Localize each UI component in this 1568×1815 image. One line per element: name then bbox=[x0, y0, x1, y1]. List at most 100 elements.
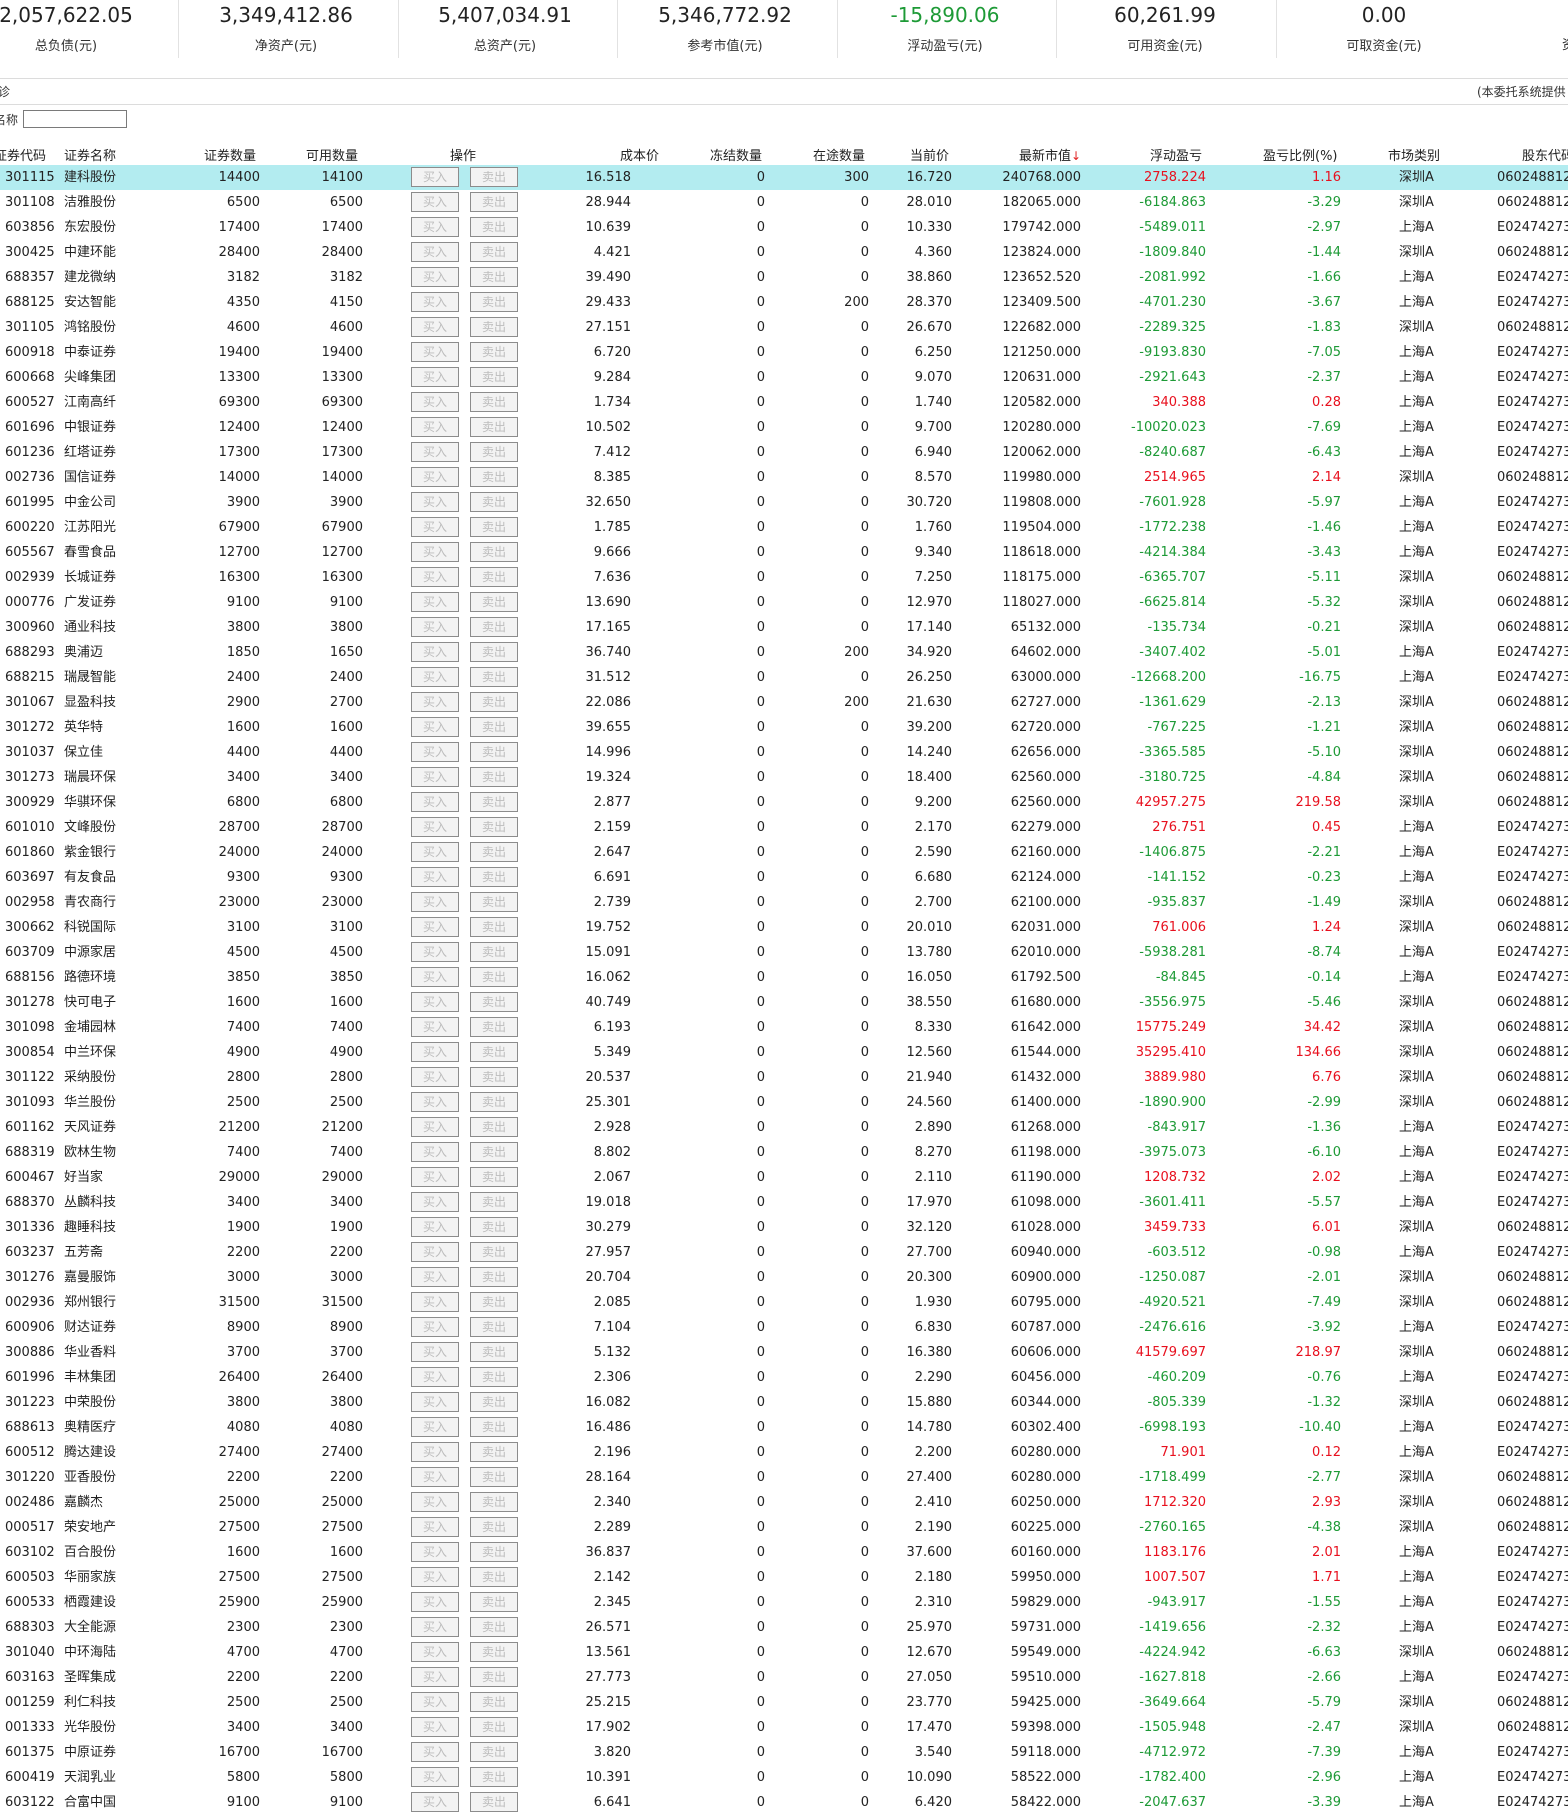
sell-button[interactable]: 卖出 bbox=[470, 1792, 518, 1812]
table-row[interactable]: 301122 采纳股份 2800 2800 20.537 0 0 21.940 61432.00… bbox=[0, 1065, 1568, 1090]
table-row[interactable]: 603697 有友食品 9300 9300 6.691 0 0 6.680 62124.000 -… bbox=[0, 865, 1568, 890]
col-header-market-value[interactable]: 最新市值↓ bbox=[1019, 145, 1081, 165]
buy-button[interactable]: 买入 bbox=[411, 1242, 459, 1262]
sell-button[interactable]: 卖出 bbox=[470, 692, 518, 712]
buy-button[interactable]: 买入 bbox=[411, 1742, 459, 1762]
sell-button[interactable]: 卖出 bbox=[470, 867, 518, 887]
table-row[interactable]: 600512 腾达建设 27400 27400 2.196 0 0 2.200 60280.00… bbox=[0, 1440, 1568, 1465]
filter-input[interactable] bbox=[23, 110, 127, 128]
buy-button[interactable]: 买入 bbox=[411, 1117, 459, 1137]
buy-button[interactable]: 买入 bbox=[411, 467, 459, 487]
table-row[interactable]: 300662 科锐国际 3100 3100 19.752 0 0 20.010 62031.00… bbox=[0, 915, 1568, 940]
buy-button[interactable]: 买入 bbox=[411, 1167, 459, 1187]
col-header-code[interactable]: 证券代码 bbox=[0, 145, 46, 165]
table-row[interactable]: 301108 洁雅股份 6500 6500 28.944 0 0 28.010 182065.0… bbox=[0, 190, 1568, 215]
sell-button[interactable]: 卖出 bbox=[470, 442, 518, 462]
table-row[interactable]: 301220 亚香股份 2200 2200 28.164 0 0 27.400 60280.00… bbox=[0, 1465, 1568, 1490]
sell-button[interactable]: 卖出 bbox=[470, 1442, 518, 1462]
sell-button[interactable]: 卖出 bbox=[470, 467, 518, 487]
table-row[interactable]: 301272 英华特 1600 1600 39.655 0 0 39.200 62720.000… bbox=[0, 715, 1568, 740]
buy-button[interactable]: 买入 bbox=[411, 792, 459, 812]
table-row[interactable]: 603237 五芳斋 2200 2200 27.957 0 0 27.700 60940.000… bbox=[0, 1240, 1568, 1265]
table-row[interactable]: 301105 鸿铭股份 4600 4600 27.151 0 0 26.670 122682.0… bbox=[0, 315, 1568, 340]
sell-button[interactable]: 卖出 bbox=[470, 1217, 518, 1237]
table-row[interactable]: 688319 欧林生物 7400 7400 8.802 0 0 8.270 61198.000 -… bbox=[0, 1140, 1568, 1165]
table-row[interactable]: 301093 华兰股份 2500 2500 25.301 0 0 24.560 61400.00… bbox=[0, 1090, 1568, 1115]
sell-button[interactable]: 卖出 bbox=[470, 1417, 518, 1437]
table-row[interactable]: 301115 建科股份 14400 14100 16.518 0 300 16.720 2407… bbox=[0, 165, 1568, 190]
table-row[interactable]: 688156 路德环境 3850 3850 16.062 0 0 16.050 61792.50… bbox=[0, 965, 1568, 990]
table-row[interactable]: 000776 广发证券 9100 9100 13.690 0 0 12.970 118027.0… bbox=[0, 590, 1568, 615]
sell-button[interactable]: 卖出 bbox=[470, 967, 518, 987]
sell-button[interactable]: 卖出 bbox=[470, 817, 518, 837]
sell-button[interactable]: 卖出 bbox=[470, 992, 518, 1012]
sell-button[interactable]: 卖出 bbox=[470, 1617, 518, 1637]
buy-button[interactable]: 买入 bbox=[411, 667, 459, 687]
sell-button[interactable]: 卖出 bbox=[470, 1542, 518, 1562]
sell-button[interactable]: 卖出 bbox=[470, 1117, 518, 1137]
sell-button[interactable]: 卖出 bbox=[470, 417, 518, 437]
sell-button[interactable]: 卖出 bbox=[470, 1017, 518, 1037]
buy-button[interactable]: 买入 bbox=[411, 1667, 459, 1687]
buy-button[interactable]: 买入 bbox=[411, 917, 459, 937]
sell-button[interactable]: 卖出 bbox=[470, 342, 518, 362]
buy-button[interactable]: 买入 bbox=[411, 392, 459, 412]
buy-button[interactable]: 买入 bbox=[411, 1767, 459, 1787]
sell-button[interactable]: 卖出 bbox=[470, 892, 518, 912]
sell-button[interactable]: 卖出 bbox=[470, 742, 518, 762]
buy-button[interactable]: 买入 bbox=[411, 1692, 459, 1712]
buy-button[interactable]: 买入 bbox=[411, 492, 459, 512]
sell-button[interactable]: 卖出 bbox=[470, 792, 518, 812]
sell-button[interactable]: 卖出 bbox=[470, 1517, 518, 1537]
table-row[interactable]: 300929 华骐环保 6800 6800 2.877 0 0 9.200 62560.000 4… bbox=[0, 790, 1568, 815]
table-row[interactable]: 601162 天风证券 21200 21200 2.928 0 0 2.890 61268.00… bbox=[0, 1115, 1568, 1140]
table-row[interactable]: 301067 显盈科技 2900 2700 22.086 0 200 21.630 62727.… bbox=[0, 690, 1568, 715]
sell-button[interactable]: 卖出 bbox=[470, 1192, 518, 1212]
buy-button[interactable]: 买入 bbox=[411, 442, 459, 462]
buy-button[interactable]: 买入 bbox=[411, 817, 459, 837]
col-header-pnl-ratio[interactable]: 盈亏比例(%) bbox=[1263, 145, 1338, 165]
sell-button[interactable]: 卖出 bbox=[470, 1592, 518, 1612]
buy-button[interactable]: 买入 bbox=[411, 1267, 459, 1287]
sell-button[interactable]: 卖出 bbox=[470, 592, 518, 612]
buy-button[interactable]: 买入 bbox=[411, 1092, 459, 1112]
sell-button[interactable]: 卖出 bbox=[470, 1167, 518, 1187]
col-header-quantity[interactable]: 证券数量 bbox=[204, 145, 256, 165]
sell-button[interactable]: 卖出 bbox=[470, 917, 518, 937]
sell-button[interactable]: 卖出 bbox=[470, 1242, 518, 1262]
sell-button[interactable]: 卖出 bbox=[470, 1342, 518, 1362]
table-row[interactable]: 301278 快可电子 1600 1600 40.749 0 0 38.550 61680.00… bbox=[0, 990, 1568, 1015]
sell-button[interactable]: 卖出 bbox=[470, 517, 518, 537]
buy-button[interactable]: 买入 bbox=[411, 1517, 459, 1537]
buy-button[interactable]: 买入 bbox=[411, 642, 459, 662]
sell-button[interactable]: 卖出 bbox=[470, 167, 518, 187]
sell-button[interactable]: 卖出 bbox=[470, 1667, 518, 1687]
table-row[interactable]: 600220 江苏阳光 67900 67900 1.785 0 0 1.760 119504.0… bbox=[0, 515, 1568, 540]
table-row[interactable]: 600503 华丽家族 27500 27500 2.142 0 0 2.180 59950.00… bbox=[0, 1565, 1568, 1590]
buy-button[interactable]: 买入 bbox=[411, 1067, 459, 1087]
sell-button[interactable]: 卖出 bbox=[470, 1292, 518, 1312]
table-row[interactable]: 002486 嘉麟杰 25000 25000 2.340 0 0 2.410 60250.000… bbox=[0, 1490, 1568, 1515]
sell-button[interactable]: 卖出 bbox=[470, 317, 518, 337]
table-row[interactable]: 002939 长城证券 16300 16300 7.636 0 0 7.250 118175.0… bbox=[0, 565, 1568, 590]
table-row[interactable]: 601996 丰林集团 26400 26400 2.306 0 0 2.290 60456.00… bbox=[0, 1365, 1568, 1390]
table-row[interactable]: 002958 青农商行 23000 23000 2.739 0 0 2.700 62100.00… bbox=[0, 890, 1568, 915]
sell-button[interactable]: 卖出 bbox=[470, 1367, 518, 1387]
buy-button[interactable]: 买入 bbox=[411, 842, 459, 862]
sell-button[interactable]: 卖出 bbox=[470, 1042, 518, 1062]
col-header-frozen[interactable]: 冻结数量 bbox=[710, 145, 762, 165]
table-row[interactable]: 603163 圣晖集成 2200 2200 27.773 0 0 27.050 59510.00… bbox=[0, 1665, 1568, 1690]
sell-button[interactable]: 卖出 bbox=[470, 542, 518, 562]
buy-button[interactable]: 买入 bbox=[411, 1642, 459, 1662]
sell-button[interactable]: 卖出 bbox=[470, 367, 518, 387]
buy-button[interactable]: 买入 bbox=[411, 542, 459, 562]
sell-button[interactable]: 卖出 bbox=[470, 1067, 518, 1087]
sell-button[interactable]: 卖出 bbox=[470, 1142, 518, 1162]
table-row[interactable]: 300960 通业科技 3800 3800 17.165 0 0 17.140 65132.00… bbox=[0, 615, 1568, 640]
table-row[interactable]: 601696 中银证券 12400 12400 10.502 0 0 9.700 120280.… bbox=[0, 415, 1568, 440]
table-row[interactable]: 000517 荣安地产 27500 27500 2.289 0 0 2.190 60225.00… bbox=[0, 1515, 1568, 1540]
buy-button[interactable]: 买入 bbox=[411, 1392, 459, 1412]
sell-button[interactable]: 卖出 bbox=[470, 392, 518, 412]
col-header-holder[interactable]: 股东代码 bbox=[1522, 145, 1568, 165]
table-row[interactable]: 603856 东宏股份 17400 17400 10.639 0 0 10.330 179742… bbox=[0, 215, 1568, 240]
